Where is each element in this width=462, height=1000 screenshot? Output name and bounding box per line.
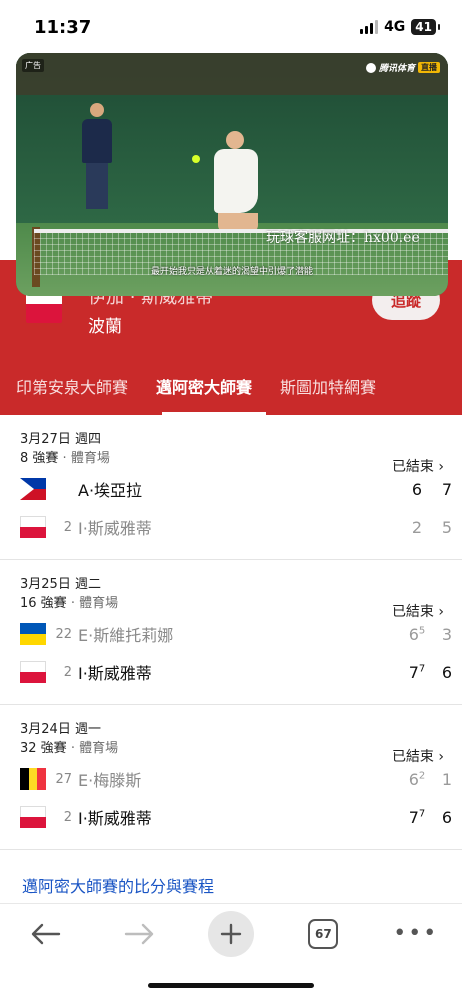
set-score: 6 — [411, 479, 423, 499]
video-brand-name: 腾讯体育 — [378, 64, 415, 74]
player-seed: 22 — [55, 626, 72, 642]
set-score: 77 — [408, 662, 426, 682]
set-score: 65 — [408, 624, 426, 644]
set-score: 62 — [408, 769, 426, 789]
player-row: 27 E·梅滕斯 62 1 — [20, 761, 462, 797]
video-stands — [16, 53, 448, 95]
more-dots-icon[interactable]: ••• — [393, 911, 439, 957]
set-score: 2 — [411, 517, 423, 537]
status-time: 11:37 — [34, 17, 92, 38]
status-indicators: 4G 41 — [360, 19, 440, 35]
match-date: 3月27日 週四 — [20, 432, 101, 447]
browser-toolbar: 67 ••• — [0, 903, 462, 963]
player-name: A·埃亞拉 — [78, 481, 143, 500]
battery-icon: 41 — [411, 19, 440, 35]
tab-stuttgart[interactable]: 斯圖加特網賽 — [266, 357, 390, 415]
back-arrow-icon[interactable] — [23, 911, 69, 957]
tournament-tabs: 印第安泉大師賽 邁阿密大師賽 斯圖加特網賽 — [0, 357, 462, 415]
flag-poland-icon — [20, 806, 46, 828]
video-player[interactable]: 广告 腾讯体育 直播 最开始我只是从着迷的渴望中引爆了潜能 — [16, 53, 448, 296]
player-name: I·斯威雅蒂 — [78, 809, 152, 828]
player-row: 2 I·斯威雅蒂 77 6 — [20, 654, 462, 690]
player-name: E·斯維托莉娜 — [78, 626, 174, 645]
flag-ukraine-icon — [20, 623, 46, 645]
tab-count: 67 — [308, 918, 339, 949]
player-seed: 2 — [63, 664, 72, 680]
video-subtitle: 最开始我只是从着迷的渴望中引爆了潜能 — [150, 267, 313, 277]
set-score: 77 — [408, 807, 426, 827]
round-label: 32 強賽 — [20, 741, 67, 756]
player-seed: 2 — [63, 809, 72, 825]
flag-poland-icon — [20, 516, 46, 538]
overlay-watermark: 玩球客服网址：hx00.ee — [266, 230, 420, 246]
home-indicator[interactable] — [148, 983, 314, 988]
flag-philippines-icon — [20, 478, 46, 500]
line-judge-figure — [78, 103, 116, 213]
live-badge: 直播 — [418, 62, 440, 73]
set-score: 6 — [441, 807, 453, 827]
match-list: 3月27日 週四 8 強賽 · 體育場 已結束 › A·埃亞拉 6 7 2 I·… — [0, 415, 462, 850]
venue-label: 體育場 — [79, 596, 119, 611]
tab-miami[interactable]: 邁阿密大師賽 — [142, 357, 267, 415]
ad-label: 广告 — [22, 59, 44, 72]
match-card[interactable]: 3月27日 週四 8 強賽 · 體育場 已結束 › A·埃亞拉 6 7 2 I·… — [0, 415, 462, 560]
player-country: 波蘭 — [88, 317, 122, 337]
match-date: 3月24日 週一 — [20, 722, 101, 737]
plus-icon[interactable] — [207, 910, 254, 957]
player-row: 2 I·斯威雅蒂 77 6 — [20, 799, 462, 835]
signal-icon — [360, 20, 379, 34]
player-name: I·斯威雅蒂 — [78, 664, 152, 683]
venue-label: 體育場 — [79, 741, 119, 756]
match-card[interactable]: 3月25日 週二 16 強賽 · 體育場 已結束 › 22 E·斯維托莉娜 65… — [0, 560, 462, 705]
player-name: E·梅滕斯 — [78, 771, 142, 790]
venue-label: 體育場 — [70, 451, 110, 466]
set-score: 6 — [441, 662, 453, 682]
player-row: A·埃亞拉 6 7 — [20, 471, 462, 507]
flag-belgium-icon — [20, 768, 46, 790]
scores-schedule-link[interactable]: 邁阿密大師賽的比分與賽程 — [22, 873, 214, 897]
tab-indian-wells[interactable]: 印第安泉大師賽 — [0, 357, 142, 415]
player-seed: 2 — [63, 519, 72, 535]
network-type: 4G — [384, 19, 406, 35]
player-seed: 27 — [55, 771, 72, 787]
tab-switcher-button[interactable]: 67 — [300, 911, 346, 957]
tennis-player-figure — [204, 131, 274, 241]
flag-poland-icon — [20, 661, 46, 683]
player-name: I·斯威雅蒂 — [78, 519, 152, 538]
set-score: 7 — [441, 479, 453, 499]
match-card[interactable]: 3月24日 週一 32 強賽 · 體育場 已結束 › 27 E·梅滕斯 62 1… — [0, 705, 462, 850]
match-date: 3月25日 週二 — [20, 577, 101, 592]
player-row: 22 E·斯維托莉娜 65 3 — [20, 616, 462, 652]
status-bar: 11:37 4G 41 — [0, 0, 462, 56]
set-score: 3 — [441, 624, 453, 644]
tencent-logo-icon — [365, 62, 376, 73]
video-brand: 腾讯体育 直播 — [365, 61, 440, 74]
round-label: 8 強賽 — [20, 451, 59, 466]
player-row: 2 I·斯威雅蒂 2 5 — [20, 509, 462, 545]
forward-arrow-icon[interactable] — [116, 911, 162, 957]
set-score: 1 — [441, 769, 453, 789]
set-score: 5 — [441, 517, 453, 537]
tennis-ball-icon — [192, 155, 200, 163]
round-label: 16 強賽 — [20, 596, 67, 611]
